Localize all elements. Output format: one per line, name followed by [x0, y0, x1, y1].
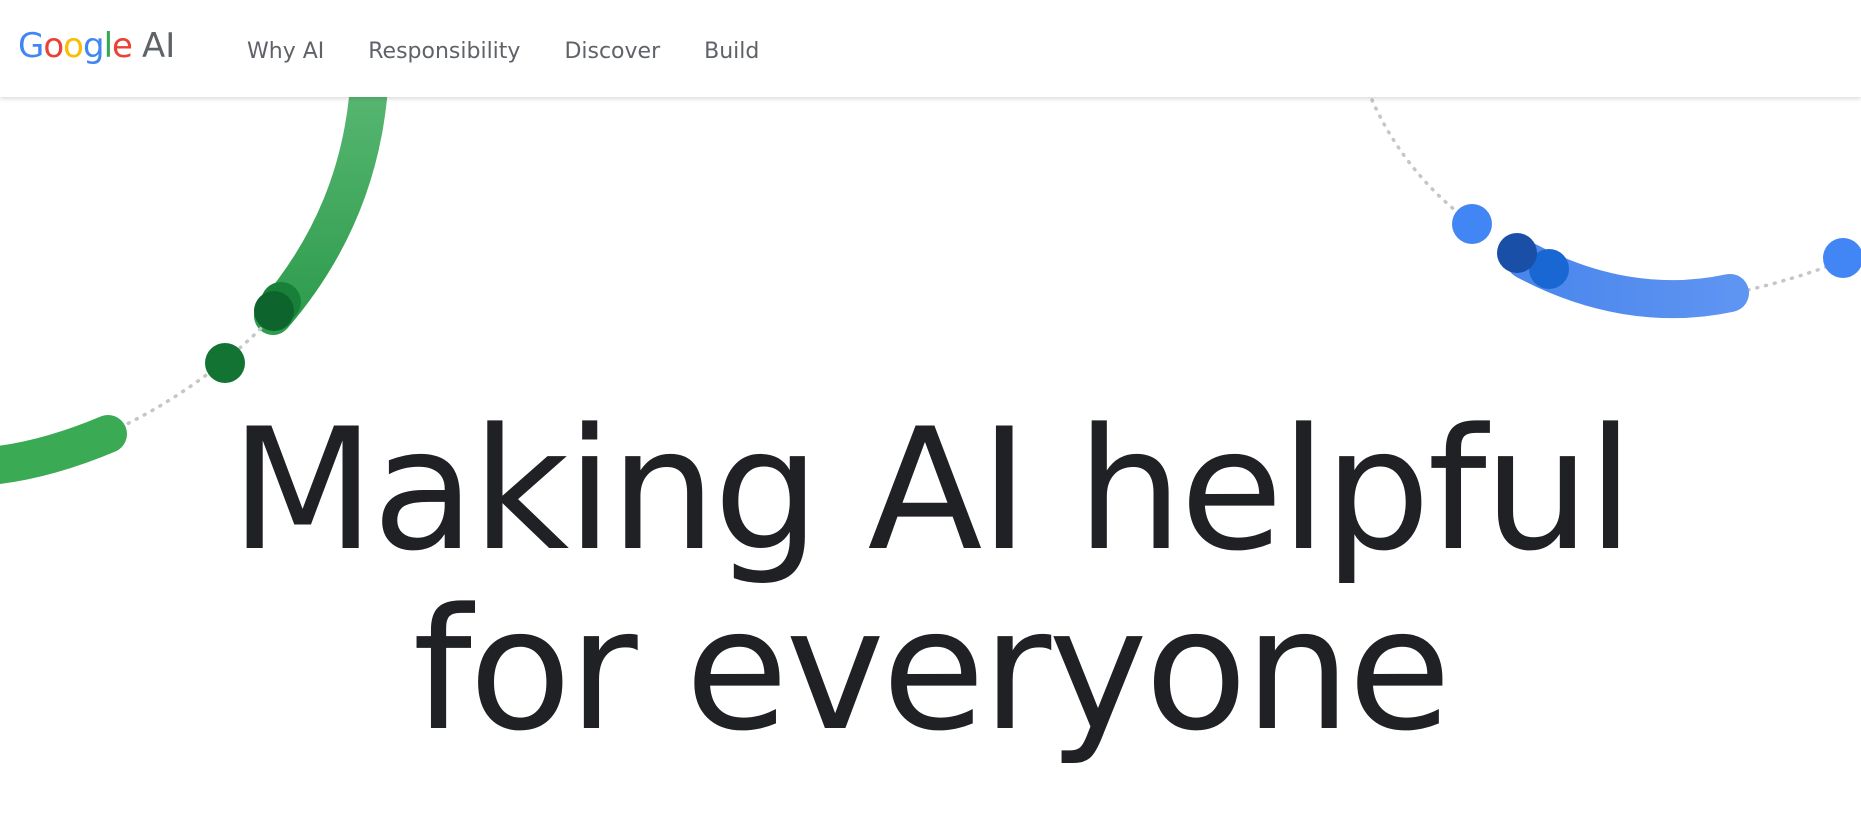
blue-dot-dark: [1497, 233, 1537, 273]
blue-dot-right: [1823, 238, 1861, 278]
green-dot-mid: [205, 343, 245, 383]
logo-letter-e: e: [112, 26, 133, 66]
logo-letter-l: l: [103, 26, 114, 66]
logo-letter-g1: G: [18, 26, 44, 66]
nav-link-why-ai[interactable]: Why AI: [247, 36, 324, 68]
green-dot-dark-front: [254, 291, 294, 331]
nav-link-responsibility[interactable]: Responsibility: [368, 36, 520, 68]
logo-ai-suffix: AI: [141, 26, 176, 66]
blue-dotted-path-upper: [1370, 98, 1472, 224]
hero-line-1: Making AI helpful: [230, 392, 1634, 588]
hero-headline: Making AI helpful for everyone: [0, 400, 1861, 760]
logo-letter-g2: g: [82, 26, 105, 66]
green-arc-upper: [254, 51, 389, 335]
top-nav-bar: G o o g l e AI Why AI Responsibility Dis…: [0, 0, 1861, 97]
nav-link-discover[interactable]: Discover: [564, 36, 660, 68]
logo-letter-o2: o: [63, 26, 84, 66]
nav-link-build[interactable]: Build: [704, 36, 759, 68]
blue-dot-left: [1452, 204, 1492, 244]
google-ai-logo[interactable]: G o o g l e AI: [18, 26, 175, 70]
logo-letter-o1: o: [43, 26, 64, 66]
main-navigation: Why AI Responsibility Discover Build: [247, 36, 803, 68]
hero-line-2: for everyone: [412, 572, 1452, 768]
